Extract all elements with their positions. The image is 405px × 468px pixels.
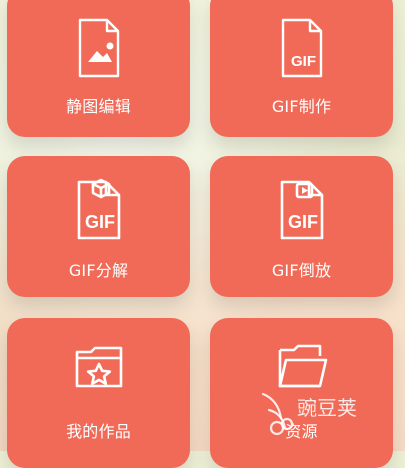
tile-label: 我的作品 bbox=[66, 422, 131, 441]
svg-text:GIF: GIF bbox=[85, 212, 115, 232]
gif-file-icon: GIF bbox=[277, 16, 327, 80]
tile-resources[interactable]: 资源 bbox=[210, 318, 393, 468]
gif-box-file-icon: GIF bbox=[71, 174, 127, 242]
tile-label: GIF倒放 bbox=[271, 261, 332, 280]
image-file-icon bbox=[74, 16, 124, 80]
tile-static-image-edit[interactable]: 静图编辑 bbox=[7, 0, 190, 137]
tile-label: GIF制作 bbox=[271, 97, 332, 116]
tile-gif-create[interactable]: GIF GIF制作 bbox=[210, 0, 393, 137]
gif-reverse-file-icon: GIF bbox=[274, 174, 330, 242]
tile-my-works[interactable]: 我的作品 bbox=[7, 318, 190, 468]
tile-label: GIF分解 bbox=[68, 261, 129, 280]
svg-text:GIF: GIF bbox=[291, 53, 316, 70]
star-folder-icon bbox=[71, 342, 127, 392]
svg-text:GIF: GIF bbox=[288, 212, 318, 232]
tile-label: 资源 bbox=[285, 422, 318, 441]
folder-icon bbox=[274, 342, 330, 392]
tile-label: 静图编辑 bbox=[66, 97, 131, 116]
tile-gif-reverse[interactable]: GIF GIF倒放 bbox=[210, 156, 393, 297]
tile-gif-split[interactable]: GIF GIF分解 bbox=[7, 156, 190, 297]
